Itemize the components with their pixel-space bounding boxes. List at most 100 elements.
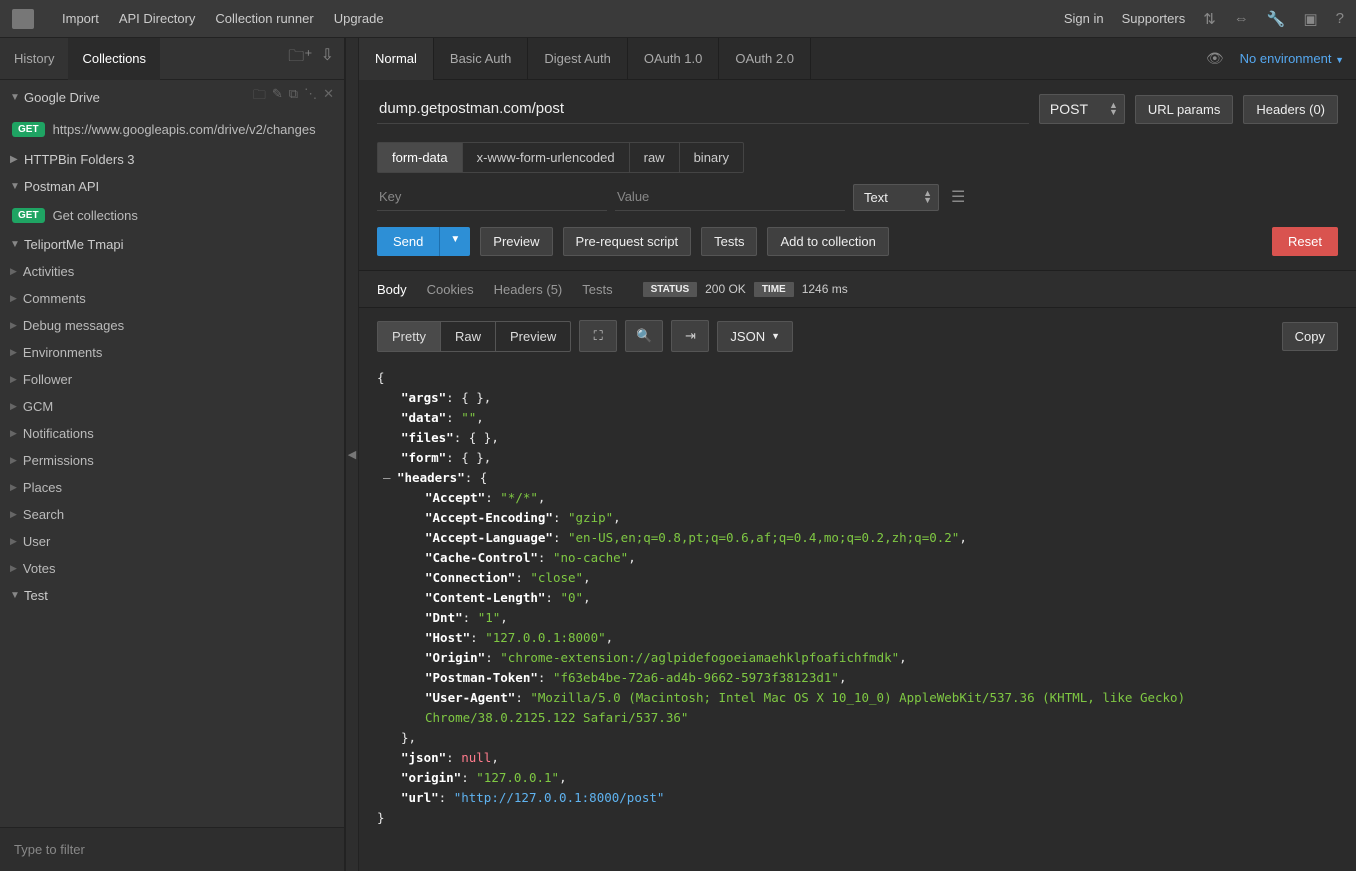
reset-button[interactable]: Reset: [1272, 227, 1338, 256]
collection-teliport[interactable]: ▼ TeliportMe Tmapi: [0, 231, 344, 258]
folder-item[interactable]: ▶Follower: [0, 366, 344, 393]
resp-tab-cookies[interactable]: Cookies: [427, 282, 474, 297]
body-type-urlencoded[interactable]: x-www-form-urlencoded: [463, 143, 630, 172]
folder-label: Follower: [23, 372, 72, 387]
time-label: TIME: [754, 282, 794, 297]
tests-button[interactable]: Tests: [701, 227, 757, 256]
collection-label: TeliportMe Tmapi: [24, 237, 123, 252]
help-icon[interactable]: ?: [1336, 10, 1344, 27]
folder-item[interactable]: ▶Activities: [0, 258, 344, 285]
filter-input[interactable]: [8, 836, 336, 863]
kv-value-input[interactable]: [615, 183, 845, 211]
kv-key-input[interactable]: [377, 183, 607, 211]
collection-label: Postman API: [24, 179, 99, 194]
twitter-icon[interactable]: ▣: [1303, 10, 1317, 28]
sidebar-drag-handle[interactable]: ◀: [345, 38, 359, 871]
prerequest-button[interactable]: Pre-request script: [563, 227, 692, 256]
share-icon[interactable]: ⋱: [304, 86, 317, 108]
body-type-binary[interactable]: binary: [680, 143, 743, 172]
method-badge: GET: [12, 122, 45, 137]
top-signin[interactable]: Sign in: [1064, 11, 1104, 26]
body-type-raw[interactable]: raw: [630, 143, 680, 172]
request-item[interactable]: GET https://www.googleapis.com/drive/v2/…: [0, 114, 344, 146]
interceptor-icon[interactable]: ⇅: [1203, 10, 1216, 28]
sidebar-tab-history[interactable]: History: [0, 38, 68, 80]
copy-icon[interactable]: ⧉: [289, 86, 298, 108]
view-preview[interactable]: Preview: [496, 322, 570, 351]
folder-label: Activities: [23, 264, 74, 279]
collection-label: Test: [24, 588, 48, 603]
collection-test[interactable]: ▼ Test: [0, 582, 344, 609]
folder-item[interactable]: ▶Permissions: [0, 447, 344, 474]
collection-google-drive[interactable]: ▼ Google Drive 🗀 ✎ ⧉ ⋱ ✕: [0, 80, 344, 114]
app-icon: [12, 9, 34, 29]
url-input[interactable]: [377, 94, 1029, 124]
top-import[interactable]: Import: [62, 11, 99, 26]
folder-item[interactable]: ▶Notifications: [0, 420, 344, 447]
top-upgrade[interactable]: Upgrade: [334, 11, 384, 26]
delete-icon[interactable]: ✕: [323, 86, 334, 108]
caret-down-icon: ▼: [10, 181, 20, 192]
headers-button[interactable]: Headers (0): [1243, 95, 1338, 124]
sync-icon[interactable]: ⇔: [1234, 10, 1249, 27]
collection-httpbin[interactable]: ▶ HTTPBin Folders 3: [0, 146, 344, 173]
sidebar-tab-collections[interactable]: Collections: [68, 38, 160, 80]
add-to-collection-button[interactable]: Add to collection: [767, 227, 888, 256]
eye-icon[interactable]: 👁: [1206, 50, 1224, 67]
caret-right-icon: ▶: [10, 563, 17, 574]
add-collection-icon[interactable]: 🗀⁺: [288, 45, 312, 72]
copy-button[interactable]: Copy: [1282, 322, 1338, 351]
folder-item[interactable]: ▶Comments: [0, 285, 344, 312]
view-raw[interactable]: Raw: [441, 322, 496, 351]
method-badge: GET: [12, 208, 45, 223]
status-label: STATUS: [643, 282, 698, 297]
method-select[interactable]: POST ▲▼: [1039, 94, 1125, 124]
environment-selector[interactable]: No environment ▼: [1240, 51, 1344, 66]
body-type-formdata[interactable]: form-data: [378, 143, 463, 172]
edit-icon[interactable]: ✎: [272, 86, 283, 108]
folder-label: Comments: [23, 291, 86, 306]
kv-type-select[interactable]: Text ▲▼: [853, 184, 939, 211]
send-button[interactable]: Send: [377, 227, 439, 256]
auth-tab-oauth1[interactable]: OAuth 1.0: [628, 38, 720, 80]
time-value: 1246 ms: [802, 282, 848, 296]
top-supporters[interactable]: Supporters: [1122, 11, 1186, 26]
wrench-icon[interactable]: 🔧: [1267, 10, 1286, 28]
view-pretty[interactable]: Pretty: [378, 322, 441, 351]
select-arrows-icon: ▲▼: [1109, 102, 1118, 116]
folder-item[interactable]: ▶Search: [0, 501, 344, 528]
preview-button[interactable]: Preview: [480, 227, 552, 256]
expand-icon[interactable]: ⛶: [579, 320, 617, 352]
caret-down-icon: ▼: [10, 92, 20, 103]
request-item[interactable]: GET Get collections: [0, 200, 344, 232]
resp-tab-headers[interactable]: Headers (5): [494, 282, 563, 297]
caret-right-icon: ▶: [10, 509, 17, 520]
folder-item[interactable]: ▶Environments: [0, 339, 344, 366]
folder-item[interactable]: ▶User: [0, 528, 344, 555]
add-folder-icon[interactable]: 🗀: [253, 86, 266, 108]
status-value: 200 OK: [705, 282, 746, 296]
resp-tab-body[interactable]: Body: [377, 282, 407, 297]
search-icon[interactable]: 🔍: [625, 320, 663, 352]
folder-item[interactable]: ▶Votes: [0, 555, 344, 582]
caret-right-icon: ▶: [10, 428, 17, 439]
folder-item[interactable]: ▶GCM: [0, 393, 344, 420]
resp-tab-tests[interactable]: Tests: [582, 282, 612, 297]
auth-tab-basic[interactable]: Basic Auth: [434, 38, 528, 80]
auth-tab-digest[interactable]: Digest Auth: [528, 38, 628, 80]
top-collection-runner[interactable]: Collection runner: [215, 11, 313, 26]
caret-down-icon: ▼: [10, 590, 20, 601]
import-collection-icon[interactable]: ⇩: [321, 45, 334, 72]
url-params-button[interactable]: URL params: [1135, 95, 1233, 124]
auth-tab-oauth2[interactable]: OAuth 2.0: [719, 38, 811, 80]
collection-postman-api[interactable]: ▼ Postman API: [0, 173, 344, 200]
auth-tab-normal[interactable]: Normal: [359, 38, 434, 80]
caret-right-icon: ▶: [10, 347, 17, 358]
folder-item[interactable]: ▶Places: [0, 474, 344, 501]
bulk-edit-icon[interactable]: ☰: [951, 187, 965, 207]
send-dropdown[interactable]: ▼: [439, 227, 470, 256]
folder-item[interactable]: ▶Debug messages: [0, 312, 344, 339]
lang-select[interactable]: JSON ▼: [717, 321, 793, 352]
wrap-icon[interactable]: ⇥: [671, 320, 709, 352]
top-api-directory[interactable]: API Directory: [119, 11, 196, 26]
